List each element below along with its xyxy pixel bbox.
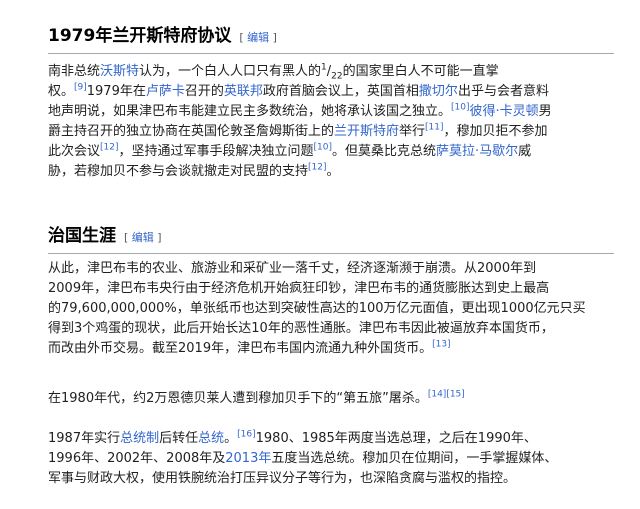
edit-section-link[interactable]: [ 编辑 ] (124, 229, 162, 245)
paragraph-lancaster: 南非总统沃斯特认为，一个白人人口只有黑人的1/22的国家里白人不可能一直掌 权。… (48, 62, 614, 182)
link-presidential-system[interactable]: 总统制 (120, 431, 159, 446)
section-heading-governance: 治国生涯 [ 编辑 ] (48, 225, 614, 254)
text-line: 2009年，津巴布韦央行由于经济危机开始疯狂印钞，津巴布韦的通货膨胀达到史上最高 (48, 281, 550, 296)
link-2013[interactable]: 2013年 (225, 451, 271, 466)
link-president[interactable]: 总统 (198, 431, 224, 446)
citation-ref[interactable]: [11] (425, 123, 443, 133)
paragraph-fifth-brigade: 在1980年代，约2万恩德贝莱人遭到穆加贝手下的“第五旅”屠杀。[14][15] (48, 389, 614, 409)
text-line: 胁，若穆加贝不参与会谈就撤走对民盟的支持[12]。 (48, 162, 340, 179)
text-line: 而改由外币交易。截至2019年，津巴布韦国内流通九种外国货币。[13] (48, 339, 451, 356)
text-line: 爵主持召开的独立协商在英国伦敦圣詹姆斯街上的兰开斯特府举行[11]，穆加贝拒不参… (48, 122, 548, 139)
section-heading-lancaster: 1979年兰开斯特府协议 [ 编辑 ] (48, 25, 614, 54)
text-line: 地声明说，如果津巴布韦能建立民主多数统治，她将承认该国之独立。[10]彼得·卡灵… (48, 102, 552, 119)
text-line: 的79,600,000,000%，单张纸币也达到突破性高达的100万亿元面值，更… (48, 301, 586, 316)
link-thatcher[interactable]: 撒切尔 (419, 84, 458, 99)
citation-ref[interactable]: [9] (74, 83, 87, 93)
link-vorster[interactable]: 沃斯特 (100, 64, 139, 79)
link-commonwealth[interactable]: 英联邦 (224, 84, 263, 99)
citation-ref[interactable]: [12] (308, 163, 326, 173)
article-page: 1979年兰开斯特府协议 [ 编辑 ] 南非总统沃斯特认为，一个白人人口只有黑人… (0, 0, 640, 509)
section-title: 1979年兰开斯特府协议 (48, 26, 232, 46)
link-lancaster-house[interactable]: 兰开斯特府 (334, 124, 399, 139)
text-line: 军事与财政大权，使用铁腕统治打压异议分子等行为，也深陷贪腐与滥权的指控。 (48, 471, 517, 486)
text-line: 从此，津巴布韦的农业、旅游业和采矿业一落千丈，经济逐渐濒于崩溃。从2000年到 (48, 261, 537, 276)
citation-ref[interactable]: [10] (451, 103, 469, 113)
citation-ref[interactable]: [10] (314, 143, 332, 153)
citation-ref[interactable]: [14] (428, 390, 446, 400)
text-line: 1996年、2002年、2008年及2013年五度当选总统。穆加贝在位期间，一手… (48, 451, 558, 466)
edit-section-link[interactable]: [ 编辑 ] (239, 29, 277, 45)
link-samora-machel[interactable]: 萨莫拉·马歇尔 (436, 144, 518, 159)
text-line: 南非总统沃斯特认为，一个白人人口只有黑人的1/22的国家里白人不可能一直掌 (48, 62, 499, 82)
text-line: 1987年实行总统制后转任总统。[16]1980、1985年两度当选总理，之后在… (48, 429, 537, 446)
link-lusaka[interactable]: 卢萨卡 (146, 84, 185, 99)
text-line: 此次会议[12]，坚持通过军事手段解决独立问题[10]。但莫桑比克总统萨莫拉·马… (48, 142, 532, 159)
section-title: 治国生涯 (48, 226, 116, 246)
citation-ref[interactable]: [12] (100, 143, 118, 153)
paragraph-presidency: 1987年实行总统制后转任总统。[16]1980、1985年两度当选总理，之后在… (48, 429, 614, 489)
text-line: 权。[9]1979年在卢萨卡召开的英联邦政府首脑会议上，英国首相撒切尔出乎与会者… (48, 82, 549, 99)
citation-ref[interactable]: [13] (432, 340, 450, 350)
fraction: 1/22 (321, 62, 343, 82)
citation-ref[interactable]: [16] (237, 430, 255, 440)
text-line: 得到3个鸡蛋的现状，此后开始长达10年的恶性通胀。津巴布韦因此被逼放弃本国货币， (48, 321, 554, 336)
text-line: 在1980年代，约2万恩德贝莱人遭到穆加贝手下的“第五旅”屠杀。[14][15] (48, 389, 465, 406)
paragraph-economy: 从此，津巴布韦的农业、旅游业和采矿业一落千丈，经济逐渐濒于崩溃。从2000年到 … (48, 259, 614, 359)
citation-ref[interactable]: [15] (446, 390, 464, 400)
link-carrington[interactable]: 彼得·卡灵顿 (470, 104, 539, 119)
